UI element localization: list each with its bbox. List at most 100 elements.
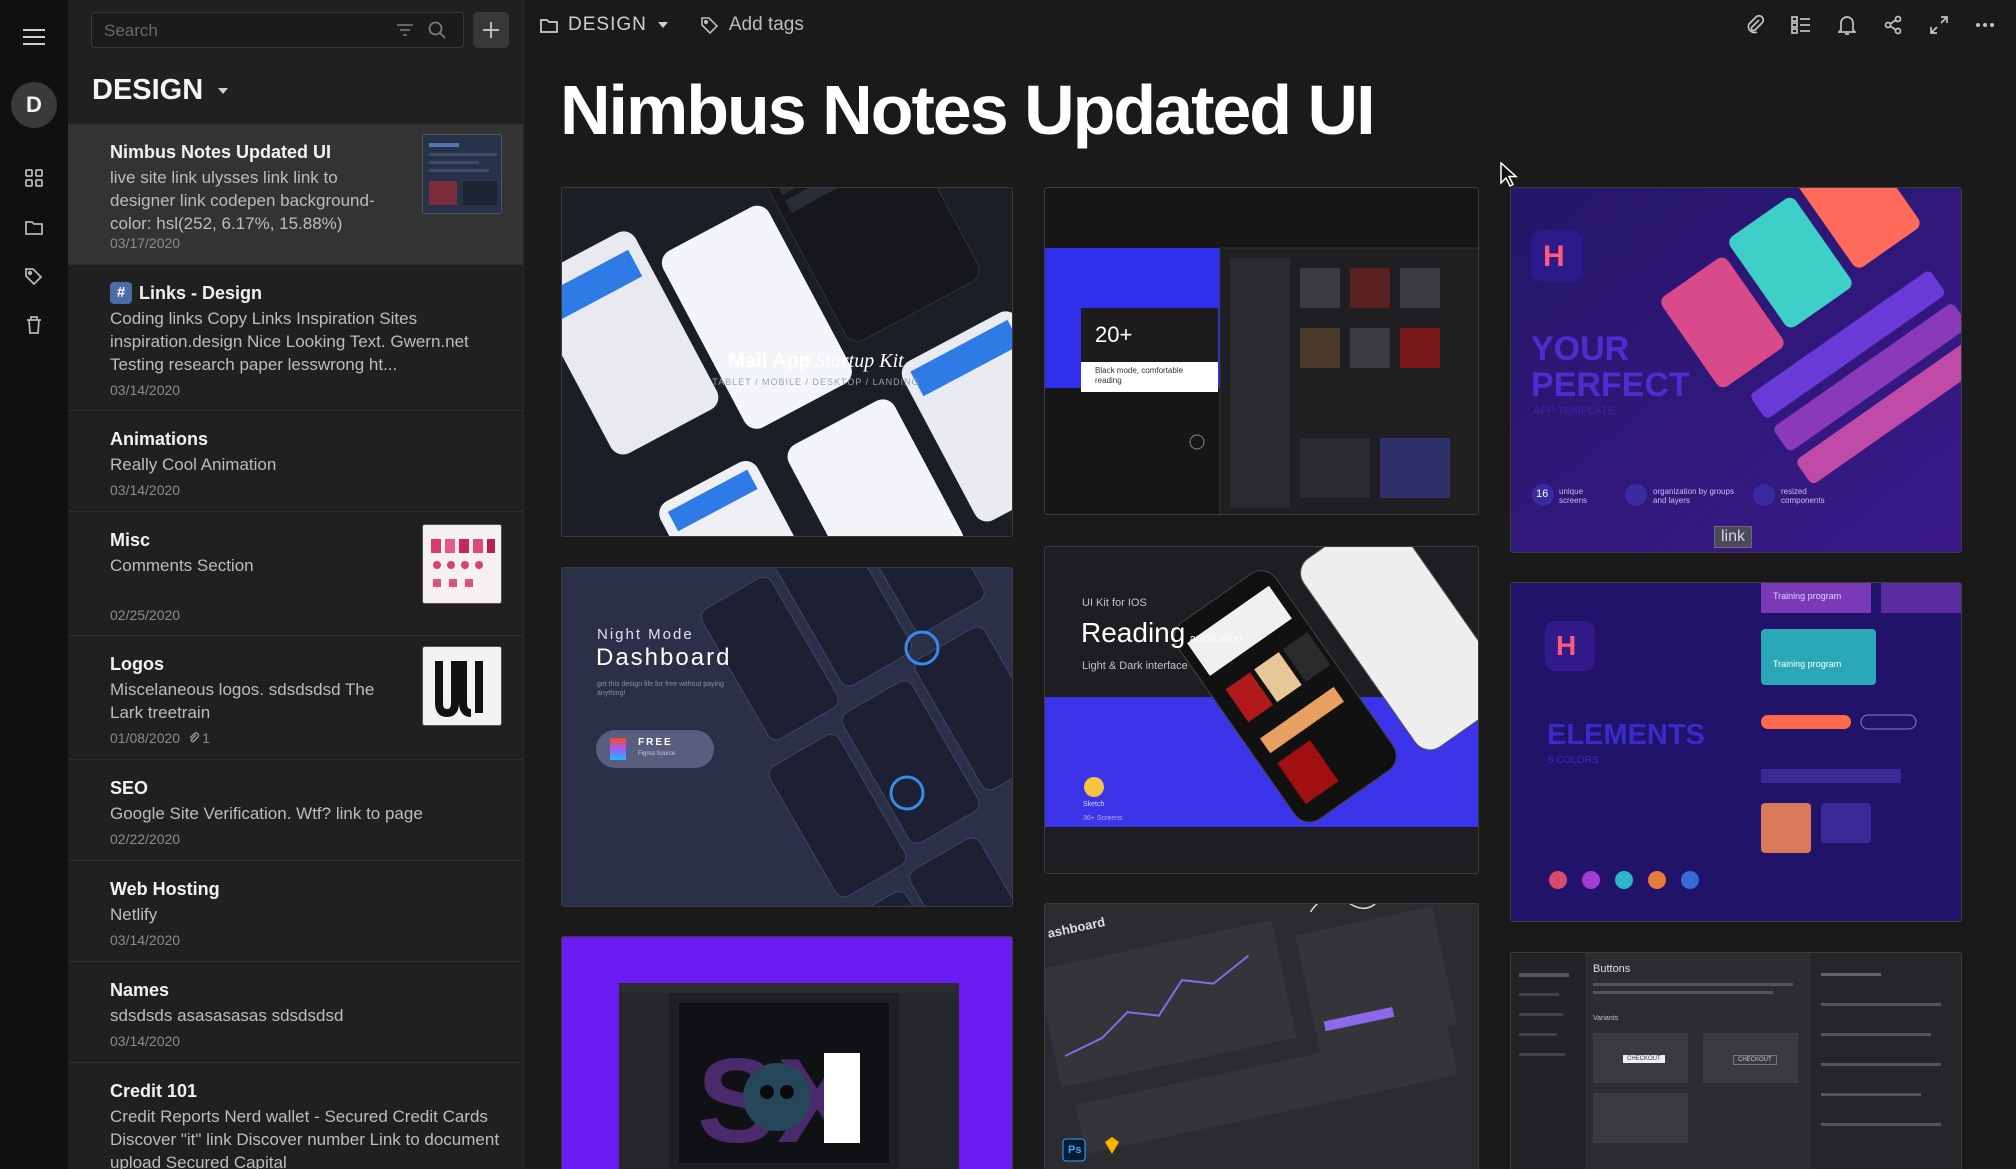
image-buttons-docs[interactable]: Buttons Variants CHECKOUT CHECKOUT bbox=[1510, 952, 1962, 1169]
editor-toolbar bbox=[1742, 12, 1998, 38]
note-item-web-hosting[interactable]: Web Hosting Netlify 03/14/2020 bbox=[68, 861, 523, 962]
elements-training-1: Training program bbox=[1773, 591, 1842, 601]
elements-sub: 6 COLORS bbox=[1548, 755, 1599, 766]
note-snippet: Miscelaneous logos. sdsdsdsd The Lark tr… bbox=[110, 680, 375, 722]
attachment-icon bbox=[189, 732, 200, 743]
avatar[interactable]: D bbox=[11, 82, 57, 128]
hash-icon: # bbox=[110, 282, 132, 304]
dark-mode-count: 20+ bbox=[1095, 322, 1133, 347]
template-stat-2: organization by groups and layers bbox=[1653, 487, 1734, 505]
mail-kit-sub: TABLET / MOBILE / DESKTOP / LANDING bbox=[712, 377, 920, 387]
note-snippet: Netlify bbox=[110, 905, 158, 924]
note-date: 02/22/2020 bbox=[110, 831, 181, 847]
caret-down-icon[interactable] bbox=[657, 21, 669, 29]
trash-icon[interactable] bbox=[17, 308, 51, 342]
note-item-links-design[interactable]: # Links - Design Coding links Copy Links … bbox=[68, 265, 523, 411]
icon-rail: D bbox=[0, 0, 68, 1169]
template-line-3: APP TEMPLATE bbox=[1533, 405, 1615, 417]
breadcrumb-folder[interactable]: DESIGN bbox=[568, 14, 647, 36]
note-thumbnail bbox=[422, 134, 502, 214]
note-item-seo[interactable]: SEO Google Site Verification. Wtf? link … bbox=[68, 760, 523, 861]
reading-small: application bbox=[1189, 633, 1243, 645]
search-input[interactable] bbox=[104, 21, 364, 41]
share-icon[interactable] bbox=[1880, 12, 1906, 38]
note-title: Credit 101 bbox=[110, 1081, 198, 1101]
reading-title: Reading application bbox=[1081, 617, 1242, 649]
note-date-row: 01/08/2020 1 bbox=[110, 730, 504, 746]
image-app-template[interactable]: H YOUR PERFECT APP TEMPLATE 16 unique sc… bbox=[1510, 187, 1962, 553]
template-stat-1: unique screens bbox=[1559, 487, 1588, 505]
template-line-2: PERFECT bbox=[1531, 366, 1690, 404]
image-night-dashboard[interactable]: Night Mode Dashboard get this design fil… bbox=[561, 567, 1013, 907]
add-note-button[interactable] bbox=[473, 12, 509, 48]
template-stat-number: 16 bbox=[1536, 488, 1549, 500]
add-tags-button[interactable]: Add tags bbox=[701, 14, 804, 36]
dark-mode-caption: Black mode, comfortable reading bbox=[1095, 366, 1184, 385]
mail-kit-title: Mail App bbox=[728, 350, 811, 372]
mail-kit-script: Startup Kit bbox=[815, 350, 904, 372]
folder-icon bbox=[540, 19, 558, 33]
image-analytics-dashboard[interactable]: ashboard Ps bbox=[1044, 903, 1479, 1169]
note-title: Links - Design bbox=[139, 283, 263, 303]
dashboard-caption: get this design file for free without pa… bbox=[597, 681, 724, 697]
note-date: 03/14/2020 bbox=[110, 482, 181, 498]
attachment-icon[interactable] bbox=[1742, 12, 1768, 38]
mail-kit-caption: Mail App Startup Kit TABLET / MOBILE / D… bbox=[696, 350, 936, 387]
buttons-doc-variants: Variants bbox=[1593, 1015, 1619, 1022]
note-snippet: Google Site Verification. Wtf? link to p… bbox=[110, 804, 423, 823]
dashboard-big-title: Dashboard bbox=[596, 644, 732, 671]
note-editor: DESIGN Add tags Nimbus Notes Updated UI bbox=[525, 0, 2016, 1169]
image-mail-app-kit[interactable]: Mail App Startup Kit TABLET / MOBILE / D… bbox=[561, 187, 1013, 537]
grid-icon[interactable] bbox=[17, 161, 51, 195]
elements-training-2: Training program bbox=[1773, 659, 1842, 669]
reading-big: Reading bbox=[1081, 617, 1186, 648]
expand-icon[interactable] bbox=[1926, 12, 1952, 38]
note-date: 03/14/2020 bbox=[110, 382, 181, 398]
image-design-app[interactable]: SX bbox=[561, 936, 1013, 1169]
note-snippet: sdsdsds asasasasas sdsdsdsd bbox=[110, 1006, 344, 1025]
dashboard-free: FREE bbox=[638, 737, 673, 748]
buttons-doc-checkout: CHECKOUT bbox=[1623, 1055, 1665, 1063]
outline-icon[interactable] bbox=[1788, 12, 1814, 38]
figma-icon bbox=[610, 738, 626, 760]
note-title: SEO bbox=[110, 778, 149, 798]
search-icon[interactable] bbox=[428, 21, 446, 44]
menu-icon[interactable] bbox=[17, 20, 51, 54]
bell-icon[interactable] bbox=[1834, 12, 1860, 38]
tag-icon[interactable] bbox=[17, 259, 51, 293]
note-date: 01/08/2020 bbox=[110, 730, 181, 746]
template-stat-3: resized components bbox=[1781, 487, 1825, 505]
note-title-heading[interactable]: Nimbus Notes Updated UI bbox=[560, 70, 1376, 150]
image-reading-kit[interactable]: UI Kit for IOS Reading application Light… bbox=[1044, 546, 1479, 874]
note-item-logos[interactable]: Logos Miscelaneous logos. sdsdsdsd The L… bbox=[68, 636, 523, 760]
image-elements-kit[interactable]: H ELEMENTS 6 COLORS Training program Tra… bbox=[1510, 582, 1962, 922]
attachment-count: 1 bbox=[202, 730, 210, 746]
svg-text:H: H bbox=[1543, 240, 1565, 273]
note-date: 03/17/2020 bbox=[110, 235, 181, 251]
note-item-animations[interactable]: Animations Really Cool Animation 03/14/2… bbox=[68, 411, 523, 512]
note-title: Web Hosting bbox=[110, 879, 220, 899]
note-item-nimbus[interactable]: Nimbus Notes Updated UI live site link u… bbox=[68, 124, 523, 265]
tag-icon bbox=[701, 17, 718, 34]
breadcrumb: DESIGN Add tags bbox=[540, 14, 804, 36]
note-date: 02/25/2020 bbox=[110, 607, 181, 623]
dashboard-free-sub: Figma Source bbox=[638, 751, 676, 757]
folder-icon[interactable] bbox=[17, 210, 51, 244]
folder-selector[interactable]: DESIGN bbox=[92, 74, 229, 107]
note-snippet: Credit Reports Nerd wallet - Secured Cre… bbox=[110, 1107, 500, 1169]
note-item-misc[interactable]: Misc Comments Section 02/25/2020 bbox=[68, 512, 523, 636]
note-title: Animations bbox=[110, 429, 209, 449]
folder-title: DESIGN bbox=[92, 74, 204, 106]
note-title: Names bbox=[110, 980, 170, 1000]
buttons-doc-checkout-outline: CHECKOUT bbox=[1733, 1055, 1777, 1065]
filter-icon[interactable] bbox=[396, 21, 414, 44]
plus-icon bbox=[483, 22, 499, 38]
note-item-names[interactable]: Names sdsdsds asasasasas sdsdsdsd 03/14/… bbox=[68, 962, 523, 1063]
note-list-panel: DESIGN Nimbus Notes Updated UI live site… bbox=[68, 0, 524, 1169]
reading-kicker: UI Kit for IOS bbox=[1082, 597, 1147, 609]
note-date: 03/14/2020 bbox=[110, 1033, 181, 1049]
image-link-badge[interactable]: link bbox=[1714, 526, 1753, 548]
image-dark-mode-kit[interactable]: 20+ Black mode, comfortable reading bbox=[1044, 187, 1479, 515]
more-icon[interactable] bbox=[1972, 12, 1998, 38]
note-item-credit-101[interactable]: Credit 101 Credit Reports Nerd wallet - … bbox=[68, 1063, 523, 1169]
